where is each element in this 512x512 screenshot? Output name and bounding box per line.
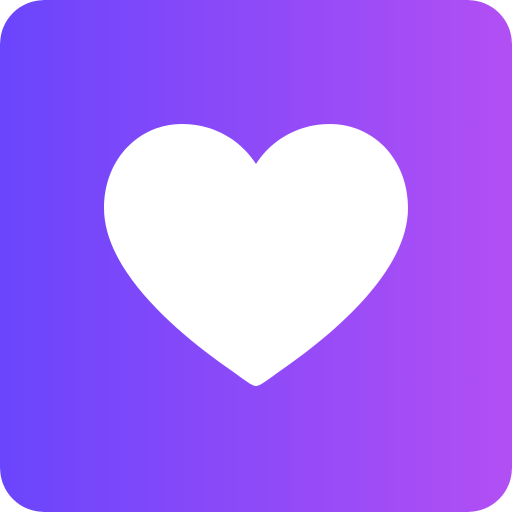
app-icon-graphic	[0, 0, 512, 512]
app-icon-tile[interactable]	[0, 0, 512, 512]
